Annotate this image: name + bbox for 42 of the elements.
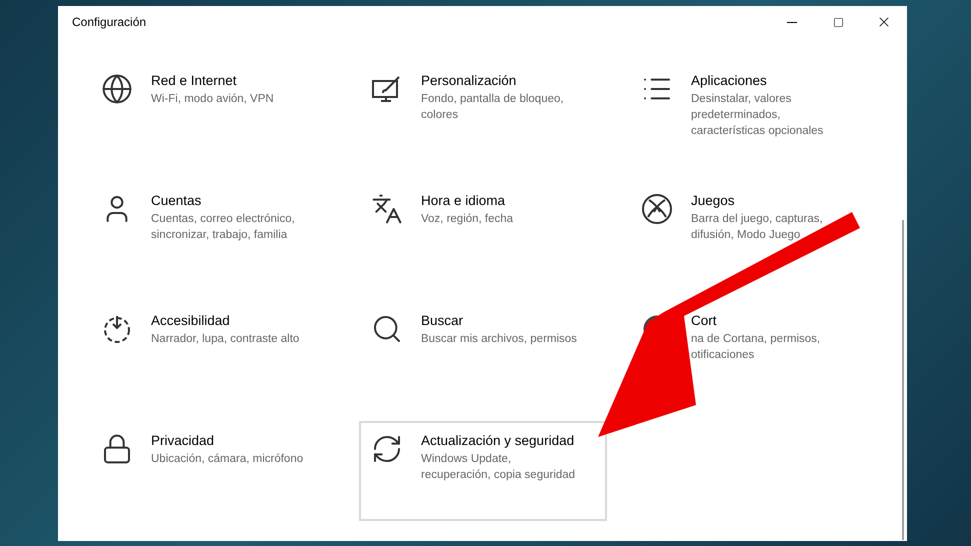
window-title: Configuración xyxy=(72,14,146,31)
category-description: Ubicación, cámara, micrófono xyxy=(151,452,304,467)
language-icon xyxy=(371,193,403,225)
settings-category[interactable]: Privacidad Ubicación, cámara, micrófono xyxy=(89,421,323,473)
category-title: Personalización xyxy=(421,72,518,90)
maximize-icon xyxy=(832,16,844,28)
category-title: Actualización y seguridad xyxy=(421,432,576,450)
category-description: Cuentas, correo electrónico, sincronizar, trabajo, familia xyxy=(151,212,296,243)
category-description: Wi-Fi, modo avión, VPN xyxy=(151,92,275,107)
settings-category[interactable]: Personalización Fondo, pantalla de bloqueo, colores xyxy=(359,61,593,129)
category-title: Aplicaciones xyxy=(691,72,768,90)
category-description: Voz, región, fecha xyxy=(421,212,514,227)
category-description: Narrador, lupa, contraste alto xyxy=(151,332,300,347)
settings-category[interactable]: Buscar Buscar mis archivos, permisos xyxy=(359,301,593,353)
category-description: Buscar mis archivos, permisos xyxy=(421,332,578,347)
settings-category[interactable]: Aplicaciones Desinstalar, valores predeterminados, características opcionales xyxy=(629,61,863,145)
dashed-timer-icon xyxy=(101,313,133,345)
settings-category[interactable]: Hora e idioma Voz, región, fecha xyxy=(359,181,593,233)
settings-category[interactable]: Juegos Barra del juego, capturas, difusión, Modo Juego xyxy=(629,181,863,249)
category-description: na de Cortana, permisos, otificaciones xyxy=(691,332,822,363)
settings-category[interactable]: Actualización y seguridad Windows Update, recuperación, copia seguridad xyxy=(359,421,607,521)
category-title: Juegos xyxy=(691,192,736,210)
category-title: Red e Internet xyxy=(151,72,238,90)
settings-category[interactable]: Accesibilidad Narrador, lupa, contraste alto xyxy=(89,301,323,353)
category-title: Accesibilidad xyxy=(151,312,231,330)
category-title: Cuentas xyxy=(151,192,202,210)
globe-icon xyxy=(101,73,133,105)
category-description: Windows Update, recuperación, copia seguridad xyxy=(421,452,576,483)
category-title: Buscar xyxy=(421,312,464,330)
category-description: Desinstalar, valores predeterminados, características opcionales xyxy=(691,92,824,139)
category-title: Cort xyxy=(691,312,718,330)
settings-category[interactable]: Cuentas Cuentas, correo electrónico, sincronizar, trabajo, familia xyxy=(89,181,323,249)
sync-icon xyxy=(371,433,403,465)
category-title: Hora e idioma xyxy=(421,192,506,210)
category-title: Privacidad xyxy=(151,432,216,450)
xbox-icon xyxy=(641,193,673,225)
lock-icon xyxy=(101,433,133,465)
settings-category[interactable]: Red e Internet Wi-Fi, modo avión, VPN xyxy=(89,61,323,113)
category-description: Fondo, pantalla de bloqueo, colores xyxy=(421,92,565,123)
category-description: Barra del juego, capturas, difusión, Modo Juego xyxy=(691,212,824,243)
scrollbar[interactable] xyxy=(902,220,904,540)
search-icon xyxy=(371,313,403,345)
